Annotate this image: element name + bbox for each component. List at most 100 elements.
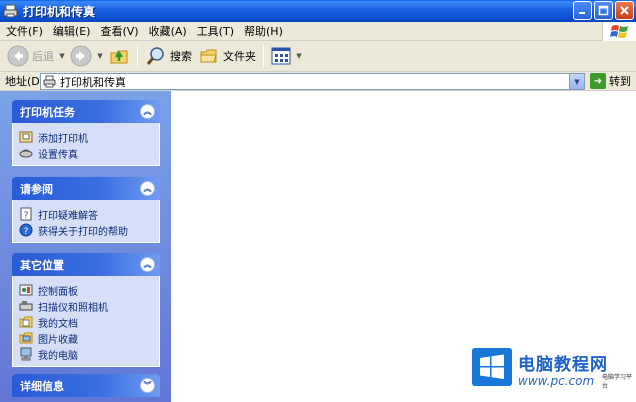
back-label: 后退 [32, 50, 54, 63]
go-button[interactable]: ➜ 转到 [590, 73, 631, 89]
forward-button[interactable] [67, 43, 95, 69]
back-button[interactable]: 后退 [4, 43, 57, 69]
back-arrow-icon [7, 45, 29, 67]
printer-tasks-body: 添加打印机 设置传真 [12, 123, 160, 166]
address-bar: 地址(D) 打印机和传真 ▼ ➜ 转到 [0, 72, 636, 91]
print-help-link[interactable]: ? 获得关于打印的帮助 [19, 222, 159, 238]
watermark-windows-logo-icon [472, 348, 512, 386]
control-panel-link[interactable]: 控制面板 [19, 282, 159, 298]
minimize-button[interactable] [573, 1, 592, 20]
scanner-camera-icon [19, 301, 33, 311]
control-panel-icon [19, 284, 33, 296]
folders-button[interactable]: 文件夹 [195, 43, 259, 69]
windows-flag-icon [609, 24, 628, 38]
go-label: 转到 [609, 75, 631, 88]
print-help-label: 获得关于打印的帮助 [38, 226, 128, 238]
forward-dropdown-icon[interactable]: ▼ [95, 52, 105, 60]
search-label: 搜索 [170, 50, 192, 63]
menu-favorites[interactable]: 收藏(A) [144, 23, 192, 39]
watermark: 电脑教程网 电脑学习平台 www.pc.com [472, 346, 636, 402]
maximize-button[interactable] [594, 1, 613, 20]
help-icon: ? [19, 223, 33, 237]
menu-bar: 文件(F) 编辑(E) 查看(V) 收藏(A) 工具(T) 帮助(H) [0, 22, 636, 41]
windows-logo [602, 22, 636, 41]
window-title: 打印机和传真 [23, 4, 96, 19]
my-pictures-label: 图片收藏 [38, 334, 78, 346]
menu-file[interactable]: 文件(F) [0, 23, 48, 39]
close-button[interactable] [615, 1, 634, 20]
search-button[interactable]: 搜索 [142, 43, 195, 69]
my-computer-icon [20, 347, 32, 361]
collapse-chevron-icon[interactable]: ︽ [140, 257, 155, 272]
print-troubleshoot-link[interactable]: ? 打印疑难解答 [19, 206, 159, 222]
address-value: 打印机和传真 [60, 75, 126, 89]
my-documents-link[interactable]: 我的文档 [19, 314, 159, 330]
add-printer-link[interactable]: 添加打印机 [19, 129, 159, 145]
scanners-cameras-label: 扫描仪和照相机 [38, 302, 108, 314]
minimize-icon [579, 12, 585, 14]
go-arrow-icon: ➜ [590, 73, 606, 89]
other-places-body: 控制面板 扫描仪和照相机 我的文档 图片收藏 我的电脑 [12, 276, 160, 367]
close-icon [620, 6, 629, 15]
window-controls [573, 1, 634, 20]
menu-view[interactable]: 查看(V) [95, 23, 143, 39]
printer-fax-icon [3, 4, 18, 18]
setup-fax-label: 设置传真 [38, 149, 78, 161]
my-documents-label: 我的文档 [38, 318, 78, 330]
other-places-header[interactable]: 其它位置 ︽ [12, 253, 160, 276]
address-dropdown-icon[interactable]: ▼ [569, 74, 584, 89]
menu-edit[interactable]: 编辑(E) [48, 23, 96, 39]
svg-text:?: ? [24, 227, 29, 237]
collapse-chevron-icon[interactable]: ︽ [140, 104, 155, 119]
my-pictures-icon [19, 332, 33, 344]
watermark-tagline: 电脑学习平台 [602, 374, 633, 390]
my-computer-link[interactable]: 我的电脑 [19, 346, 159, 362]
see-also-panel: 请参阅 ︽ ? 打印疑难解答 ? 获得关于打印的帮助 [12, 177, 160, 243]
print-troubleshoot-label: 打印疑难解答 [38, 210, 98, 222]
printer-tasks-header[interactable]: 打印机任务 ︽ [12, 100, 160, 123]
details-panel: 详细信息 ︾ [12, 374, 160, 397]
see-also-title: 请参阅 [20, 182, 53, 196]
title-bar[interactable]: 打印机和传真 [0, 0, 636, 22]
watermark-url: www.pc.com [518, 374, 595, 388]
folders-icon [200, 49, 217, 63]
details-title: 详细信息 [20, 379, 64, 393]
collapse-chevron-icon[interactable]: ︽ [140, 181, 155, 196]
up-folder-icon [110, 50, 128, 64]
maximize-icon [598, 5, 609, 16]
my-pictures-link[interactable]: 图片收藏 [19, 330, 159, 346]
svg-text:?: ? [24, 211, 29, 221]
see-also-header[interactable]: 请参阅 ︽ [12, 177, 160, 200]
back-dropdown-icon[interactable]: ▼ [57, 52, 67, 60]
views-dropdown-icon[interactable]: ▼ [294, 52, 304, 60]
search-icon [146, 47, 164, 65]
setup-fax-link[interactable]: 设置传真 [19, 145, 159, 161]
expand-chevron-icon[interactable]: ︾ [140, 378, 155, 393]
watermark-site-name: 电脑教程网 [518, 355, 608, 375]
my-documents-icon [19, 316, 33, 328]
add-printer-label: 添加打印机 [38, 133, 88, 145]
views-button[interactable] [268, 43, 294, 69]
task-pane: 打印机任务 ︽ 添加打印机 设置传真 请参阅 ︽ ? 打印疑难解答 ? 获得关于… [0, 91, 171, 402]
printer-fax-icon [43, 75, 56, 87]
fax-icon [19, 149, 33, 158]
address-input[interactable]: 打印机和传真 ▼ [40, 73, 585, 90]
details-header[interactable]: 详细信息 ︾ [12, 374, 160, 397]
add-printer-icon [19, 131, 33, 143]
views-icon [271, 47, 291, 65]
menu-tools[interactable]: 工具(T) [192, 23, 239, 39]
up-folder-button[interactable] [105, 43, 133, 69]
printer-tasks-panel: 打印机任务 ︽ 添加打印机 设置传真 [12, 100, 160, 166]
forward-arrow-icon [70, 45, 92, 67]
toolbar-separator [263, 45, 264, 67]
see-also-body: ? 打印疑难解答 ? 获得关于打印的帮助 [12, 200, 160, 243]
control-panel-label: 控制面板 [38, 286, 78, 298]
my-computer-label: 我的电脑 [38, 350, 78, 362]
scanners-cameras-link[interactable]: 扫描仪和照相机 [19, 298, 159, 314]
printer-tasks-title: 打印机任务 [20, 105, 75, 119]
folders-label: 文件夹 [223, 50, 256, 63]
help-document-icon: ? [20, 207, 32, 221]
toolbar: 后退 ▼ ▼ 搜索 文件夹 ▼ [0, 41, 636, 72]
menu-help[interactable]: 帮助(H) [239, 23, 288, 39]
other-places-panel: 其它位置 ︽ 控制面板 扫描仪和照相机 我的文档 图片收藏 我的电脑 [12, 253, 160, 367]
